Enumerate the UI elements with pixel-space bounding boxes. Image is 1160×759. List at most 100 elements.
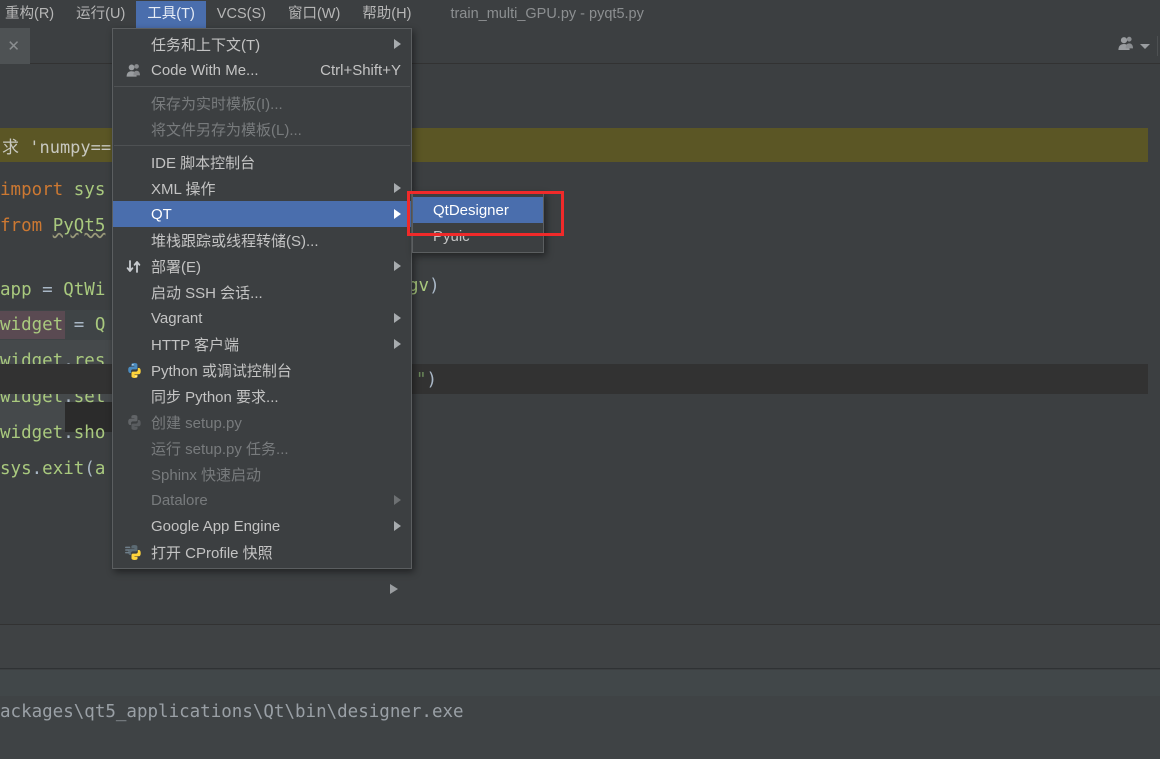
menu-item-label: Google App Engine: [151, 517, 281, 535]
code-line-sys-exit: sys.exit(a: [0, 459, 106, 479]
fold-arrow-icon[interactable]: [390, 584, 398, 594]
submenu-arrow-icon: [394, 339, 401, 349]
editor-tab[interactable]: ✕: [0, 28, 30, 64]
qt-submenu-item-label: QtDesigner: [433, 201, 509, 219]
menu-item-12[interactable]: Python 或调试控制台: [113, 357, 411, 383]
menu-item-16: Sphinx 快速启动: [113, 461, 411, 487]
submenu-arrow-icon: [394, 495, 401, 505]
menu-item-13[interactable]: 同步 Python 要求...: [113, 383, 411, 409]
menu-item-label: 启动 SSH 会话...: [151, 284, 263, 302]
menubar-item-tools[interactable]: 工具(T): [136, 0, 206, 28]
lower-pane: [0, 625, 1160, 669]
menu-item-0[interactable]: 任务和上下文(T): [113, 31, 411, 57]
submenu-arrow-icon: [394, 261, 401, 271]
main-menubar: 重构(R) 运行(U) 工具(T) VCS(S) 窗口(W) 帮助(H) tra…: [0, 0, 1160, 28]
menu-item-icon-slot: [123, 179, 145, 197]
menu-item-icon-slot: [123, 35, 145, 53]
menubar-item-help[interactable]: 帮助(H): [351, 1, 422, 28]
python-icon: [123, 361, 145, 379]
tools-dropdown-menu: 任务和上下文(T) Code With Me... Ctrl+Shift+Y 保存为实…: [112, 28, 412, 569]
menubar-item-window[interactable]: 窗口(W): [277, 1, 351, 28]
menubar-item-run[interactable]: 运行(U): [65, 1, 136, 28]
menu-item-15: 运行 setup.py 任务...: [113, 435, 411, 461]
deploy-icon: [123, 257, 145, 275]
qt-submenu-item-label: Pyuic: [433, 227, 470, 245]
menu-item-icon-slot: [123, 283, 145, 301]
menu-item-14: 创建 setup.py: [113, 409, 411, 435]
menu-item-5[interactable]: XML 操作: [113, 175, 411, 201]
menu-item-label: 运行 setup.py 任务...: [151, 440, 289, 458]
menubar-label: 运行(U): [76, 5, 126, 22]
menu-item-7[interactable]: 堆栈跟踪或线程转储(S)...: [113, 227, 411, 253]
qt-submenu-item-1[interactable]: Pyuic: [413, 223, 543, 249]
menubar-label: VCS(S): [216, 5, 266, 22]
menu-item-icon-slot: [123, 439, 145, 457]
menu-item-label: 同步 Python 要求...: [151, 388, 279, 406]
menu-separator: [114, 86, 410, 87]
python-gray-icon: [123, 413, 145, 431]
toolbar-right: [1116, 28, 1150, 64]
menu-item-8[interactable]: 部署(E): [113, 253, 411, 279]
menu-item-9[interactable]: 启动 SSH 会话...: [113, 279, 411, 305]
submenu-arrow-icon: [394, 209, 401, 219]
menu-item-1[interactable]: Code With Me... Ctrl+Shift+Y: [113, 57, 411, 83]
submenu-arrow-icon: [394, 521, 401, 531]
people-icon: [123, 61, 145, 79]
menu-item-19[interactable]: 打开 CProfile 快照: [113, 539, 411, 565]
menu-item-4[interactable]: IDE 脚本控制台: [113, 149, 411, 175]
menu-separator: [114, 145, 410, 146]
menu-item-11[interactable]: HTTP 客户端: [113, 331, 411, 357]
menu-item-3: 将文件另存为模板(L)...: [113, 116, 411, 142]
menu-item-shortcut: Ctrl+Shift+Y: [320, 61, 401, 79]
menu-item-label: 将文件另存为模板(L)...: [151, 121, 302, 139]
menu-item-icon-slot: [123, 517, 145, 535]
menu-item-label: Sphinx 快速启动: [151, 466, 262, 484]
menu-item-icon-slot: [123, 335, 145, 353]
menu-item-label: 打开 CProfile 快照: [151, 544, 273, 562]
menu-item-icon-slot: [123, 465, 145, 483]
close-icon[interactable]: ✕: [7, 39, 20, 54]
pycharm-window: ✕ 求 'numpy==1.17 import sys from PyQt5 a…: [0, 0, 1160, 759]
menu-item-2: 保存为实时模板(I)...: [113, 90, 411, 116]
code-line-widget-assign: widget = Q: [0, 315, 106, 335]
menu-item-6[interactable]: QT: [113, 201, 411, 227]
code-line-import-sys: import sys: [0, 180, 106, 200]
menu-item-label: Datalore: [151, 491, 208, 509]
menu-item-icon-slot: [123, 491, 145, 509]
menubar-label: 窗口(W): [287, 5, 341, 22]
menubar-item-vcs[interactable]: VCS(S): [206, 1, 277, 28]
run-console: ackages\qt5_applications\Qt\bin\designer…: [0, 670, 1160, 759]
console-header: [0, 670, 1160, 696]
toolbar-divider: [1157, 36, 1158, 56]
menu-item-label: Python 或调试控制台: [151, 362, 292, 380]
menu-item-label: 创建 setup.py: [151, 414, 242, 432]
qt-submenu: QtDesigner Pyuic: [412, 192, 544, 253]
menu-item-label: IDE 脚本控制台: [151, 154, 256, 172]
menubar-label: 帮助(H): [362, 5, 412, 22]
code-line-app: app = QtWi: [0, 280, 106, 300]
menu-item-label: XML 操作: [151, 180, 216, 198]
chevron-down-icon[interactable]: [1140, 43, 1150, 49]
console-path-text: ackages\qt5_applications\Qt\bin\designer…: [0, 702, 464, 722]
menu-item-label: 任务和上下文(T): [151, 36, 261, 54]
menu-item-label: 堆栈跟踪或线程转储(S)...: [151, 232, 319, 250]
menubar-item-refactor[interactable]: 重构(R): [0, 1, 65, 28]
menu-item-18[interactable]: Google App Engine: [113, 513, 411, 539]
menu-item-icon-slot: [123, 120, 145, 138]
menu-item-icon-slot: [123, 94, 145, 112]
window-title: train_multi_GPU.py - pyqt5.py: [450, 6, 644, 22]
submenu-arrow-icon: [394, 183, 401, 193]
menu-item-label: Vagrant: [151, 309, 203, 327]
menu-item-label: Code With Me...: [151, 61, 259, 79]
menu-item-label: 部署(E): [151, 258, 201, 276]
menu-item-icon-slot: [123, 231, 145, 249]
cprofile-icon: [123, 543, 145, 561]
code-fragment-quote-paren: "): [416, 370, 438, 390]
menu-item-icon-slot: [123, 153, 145, 171]
editor-scrollbar[interactable]: [1148, 100, 1160, 660]
person-icon[interactable]: [1116, 35, 1135, 57]
qt-submenu-item-0[interactable]: QtDesigner: [413, 197, 543, 223]
menu-item-icon-slot: [123, 387, 145, 405]
code-line-widget-show: widget.sho: [0, 423, 106, 443]
menu-item-10[interactable]: Vagrant: [113, 305, 411, 331]
